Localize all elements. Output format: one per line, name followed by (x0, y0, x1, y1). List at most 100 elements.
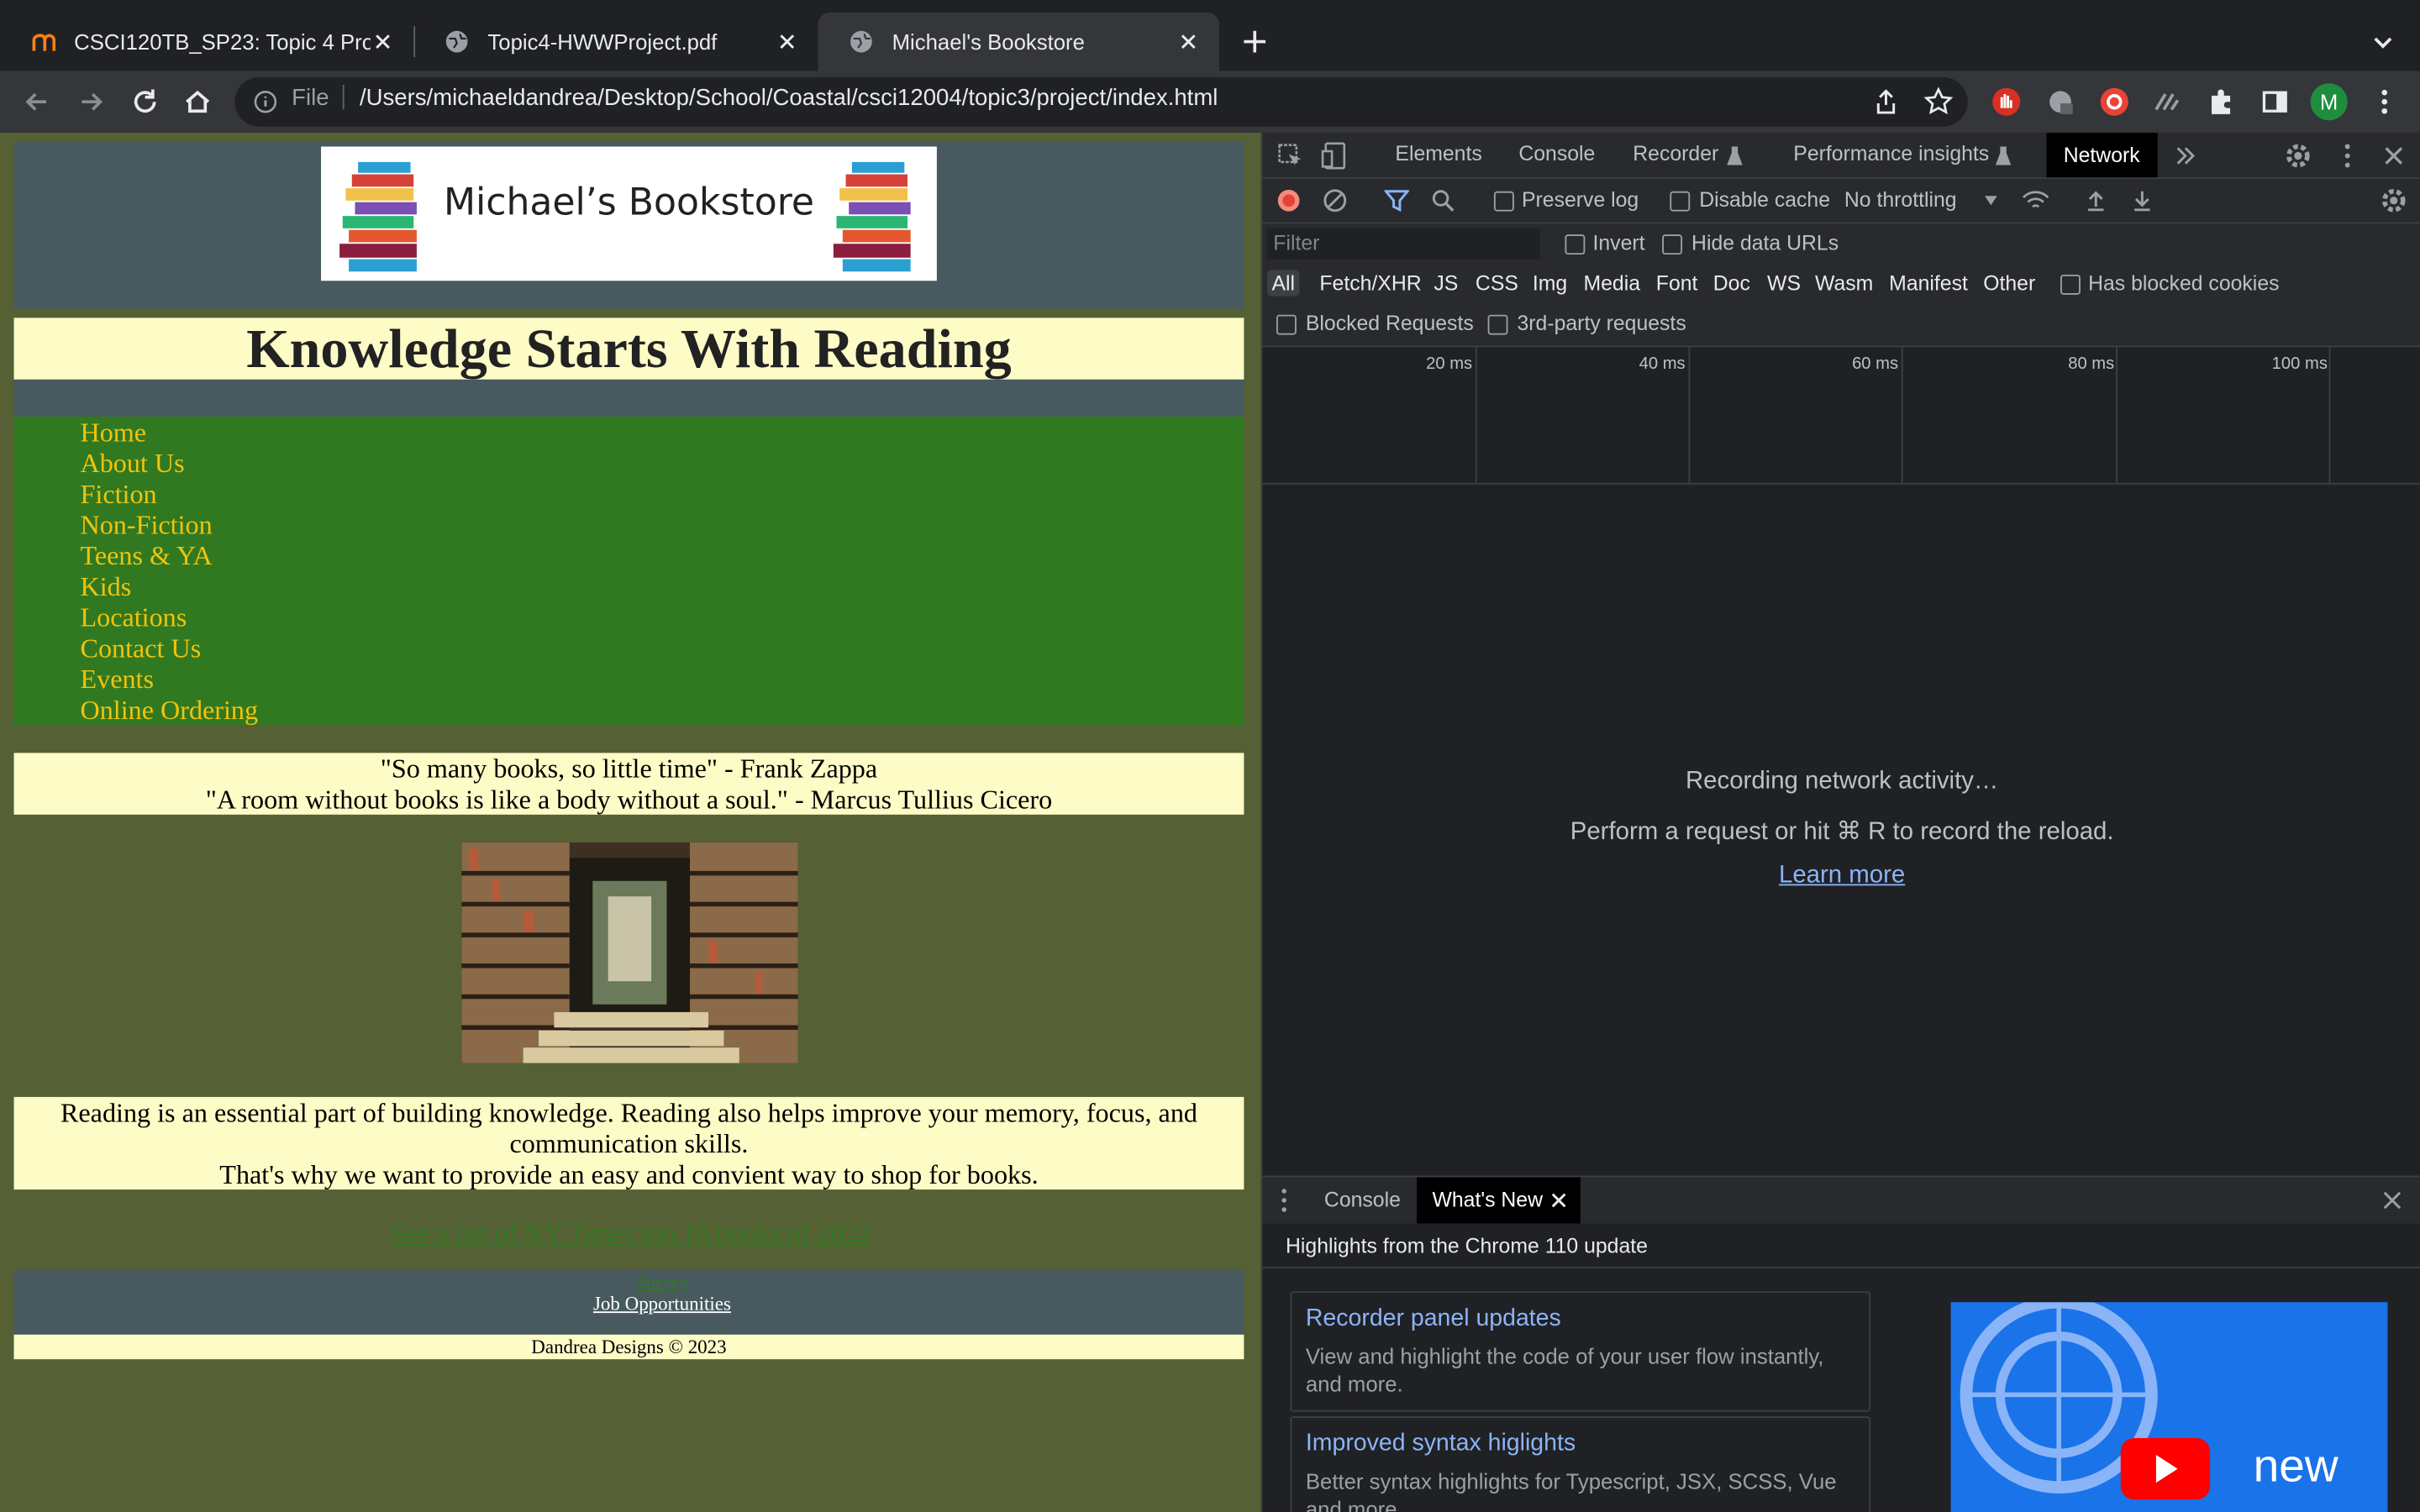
blocked-requests-checkbox[interactable] (1276, 314, 1297, 335)
settings-gear-icon[interactable] (2284, 142, 2312, 170)
clear-icon[interactable] (1323, 188, 1347, 213)
nyt-books-link[interactable]: See a list of NY Times top 10 books of 2… (0, 1217, 1261, 1250)
filter-input[interactable]: Filter (1266, 228, 1541, 260)
share-icon[interactable] (1870, 87, 1902, 118)
job-opportunities-link[interactable]: Job Opportunities (14, 1293, 1261, 1316)
nav-link-kids[interactable]: Kids (81, 571, 132, 604)
invert-checkbox[interactable] (1565, 234, 1586, 255)
kebab-menu-icon[interactable] (2333, 142, 2361, 170)
type-filter-fetch-xhr[interactable]: Fetch/XHR (1319, 271, 1421, 295)
timeline-tick: 60 ms (1852, 354, 1899, 374)
nav-link-about[interactable]: About Us (81, 448, 185, 480)
export-har-icon[interactable] (2130, 188, 2154, 213)
has-blocked-cookies-checkbox[interactable] (2060, 274, 2081, 295)
type-filter-wasm[interactable]: Wasm (1815, 271, 1873, 295)
disable-cache-checkbox[interactable] (1670, 191, 1691, 212)
learn-more-link[interactable]: Learn more (1262, 863, 2420, 890)
type-filter-all[interactable]: All (1266, 270, 1300, 297)
type-filter-other[interactable]: Other (1983, 271, 2035, 295)
filter-placeholder: Filter (1273, 231, 1320, 255)
import-har-icon[interactable] (2084, 188, 2108, 213)
hide-data-urls-checkbox[interactable] (1662, 234, 1683, 255)
tab-pdf[interactable]: Topic4-HWWProject.pdf (413, 13, 818, 71)
drawer-menu-icon[interactable] (1278, 1186, 1291, 1214)
forward-arrow-icon[interactable] (76, 87, 107, 118)
store-logo[interactable]: Michael’s Bookstore (321, 146, 937, 281)
nav-link-non-fiction[interactable]: Non-Fiction (81, 509, 213, 542)
close-tab-icon[interactable] (1549, 1191, 1568, 1210)
chevron-down-icon[interactable] (2369, 28, 2396, 55)
intro-line: That's why we want to provide an easy an… (219, 1158, 1039, 1190)
extension-script-icon[interactable] (2151, 87, 2182, 118)
type-filter-doc[interactable]: Doc (1713, 271, 1750, 295)
third-party-checkbox[interactable] (1487, 314, 1508, 335)
quote-line: "So many books, so little time" - Frank … (380, 753, 878, 785)
type-filter-js[interactable]: JS (1434, 271, 1458, 295)
nav-link-home[interactable]: Home (81, 417, 147, 449)
tab-moodle[interactable]: CSCI120TB_SP23: Topic 4 Proj (0, 13, 413, 71)
reload-icon[interactable] (129, 87, 160, 118)
close-tab-icon[interactable] (775, 29, 799, 54)
close-tab-icon[interactable] (1176, 29, 1201, 54)
bookmark-star-icon[interactable] (1923, 87, 1954, 118)
back-arrow-icon[interactable] (22, 87, 53, 118)
close-drawer-icon[interactable] (2381, 1189, 2403, 1211)
search-icon[interactable] (1431, 188, 1455, 213)
home-icon[interactable] (182, 87, 213, 118)
close-tab-icon[interactable] (371, 29, 395, 54)
devtools-tab-elements[interactable]: Elements (1395, 142, 1481, 165)
nav-link-events[interactable]: Events (81, 664, 155, 696)
type-filter-ws[interactable]: WS (1767, 271, 1801, 295)
kebab-menu-icon[interactable] (2369, 87, 2400, 118)
devtools-tab-recorder[interactable]: Recorder (1633, 142, 1718, 165)
new-tab-icon[interactable] (1239, 26, 1270, 57)
feature-card[interactable]: Recorder panel updates View and highligh… (1290, 1291, 1871, 1412)
info-icon[interactable] (253, 90, 277, 114)
page-title: Knowledge Starts With Reading (246, 318, 1012, 380)
network-overview-timeline[interactable]: 20 ms 40 ms 60 ms 80 ms 100 ms (1262, 345, 2420, 485)
survey-link[interactable]: Survey (14, 1271, 1261, 1294)
extension-grammar-icon[interactable] (2045, 87, 2076, 118)
nav-link-fiction[interactable]: Fiction (81, 478, 157, 511)
extensions-puzzle-icon[interactable] (2206, 87, 2237, 118)
inspect-element-icon[interactable] (1276, 142, 1304, 170)
type-filter-img[interactable]: Img (1533, 271, 1567, 295)
filter-funnel-icon[interactable] (1384, 188, 1409, 213)
dropdown-caret-icon[interactable] (1981, 192, 2000, 210)
record-stop-icon[interactable] (1276, 188, 1301, 213)
feature-card-title[interactable]: Recorder panel updates (1306, 1305, 1561, 1333)
tab-bookstore[interactable]: Michael's Bookstore (818, 12, 1220, 71)
devtools-tab-performance-insights[interactable]: Performance insights (1793, 142, 1989, 165)
network-conditions-wifi-icon[interactable] (2022, 188, 2049, 213)
type-filter-css[interactable]: CSS (1476, 271, 1518, 295)
preserve-log-checkbox[interactable] (1493, 191, 1514, 212)
nav-link-locations[interactable]: Locations (81, 601, 187, 634)
profile-avatar[interactable]: M (2310, 83, 2348, 121)
youtube-play-icon[interactable] (2120, 1437, 2211, 1500)
nav-link-teens-ya[interactable]: Teens & YA (81, 540, 213, 573)
tab-strip: CSCI120TB_SP23: Topic 4 Proj Topic4-HWWP… (0, 0, 2420, 71)
nav-link-online-ordering[interactable]: Online Ordering (81, 695, 259, 727)
drawer-tab-console[interactable]: Console (1324, 1188, 1401, 1211)
network-settings-gear-icon[interactable] (2380, 186, 2407, 214)
type-filter-media[interactable]: Media (1583, 271, 1640, 295)
devtools-tab-network[interactable]: Network (2046, 132, 2157, 178)
whats-new-video-thumbnail[interactable]: new (1950, 1302, 2388, 1512)
close-devtools-icon[interactable] (2380, 142, 2407, 170)
extension-red-circle-icon[interactable] (2099, 87, 2130, 118)
url-text[interactable]: /Users/michaeldandrea/Desktop/School/Coa… (360, 85, 1218, 111)
side-panel-icon[interactable] (2260, 87, 2291, 118)
type-filter-font[interactable]: Font (1656, 271, 1698, 295)
nav-link-contact[interactable]: Contact Us (81, 633, 202, 665)
invert-label: Invert (1592, 231, 1645, 255)
devtools-tab-console[interactable]: Console (1518, 142, 1595, 165)
more-tabs-chevron-icon[interactable] (2173, 144, 2197, 168)
type-filter-manifest[interactable]: Manifest (1889, 271, 1968, 295)
extension-red-hand-icon[interactable] (1991, 87, 2022, 118)
feature-card-title[interactable]: Improved syntax higlights (1306, 1431, 1576, 1458)
tab-title: Topic4-HWWProject.pdf (487, 29, 718, 55)
feature-card[interactable]: Improved syntax higlights Better syntax … (1290, 1416, 1871, 1512)
device-toolbar-icon[interactable] (1321, 142, 1349, 170)
drawer-tab-whats-new[interactable]: What's New (1417, 1177, 1581, 1224)
throttling-select[interactable]: No throttling (1844, 188, 1957, 212)
